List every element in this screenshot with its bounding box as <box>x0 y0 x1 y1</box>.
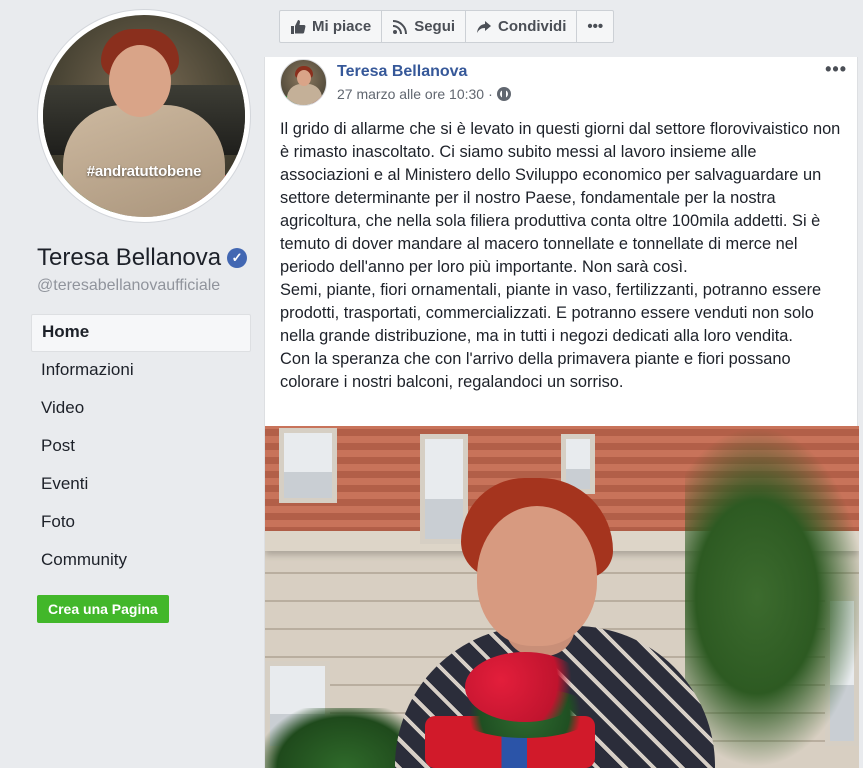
rss-icon <box>393 19 408 34</box>
page-name[interactable]: Teresa Bellanova ✓ <box>37 244 248 272</box>
page-handle[interactable]: @teresabellanovaufficiale <box>37 277 220 295</box>
post-timestamp[interactable]: 27 marzo alle ore 10:30 <box>337 86 484 102</box>
page-action-bar: Mi piace Segui Condividi ••• <box>279 10 615 43</box>
profile-hashtag: #andratuttobene <box>86 163 202 180</box>
nav-item-foto[interactable]: Foto <box>31 504 251 542</box>
left-sidebar: #andratuttobene Teresa Bellanova ✓ @tere… <box>0 0 264 768</box>
nav-item-home[interactable]: Home <box>31 314 251 352</box>
post-body-text: Il grido di allarme che si è levato in q… <box>280 120 841 391</box>
share-arrow-icon <box>477 20 492 33</box>
post-card: Teresa Bellanova 27 marzo alle ore 10:30… <box>264 57 859 768</box>
like-label: Mi piace <box>312 18 372 35</box>
follow-label: Segui <box>414 18 456 35</box>
page-name-label: Teresa Bellanova <box>37 244 222 271</box>
post-meta: 27 marzo alle ore 10:30 · <box>337 86 511 102</box>
profile-picture[interactable]: #andratuttobene <box>38 10 250 222</box>
post-more-options-icon[interactable]: ••• <box>825 59 847 80</box>
nav-item-post[interactable]: Post <box>31 428 251 466</box>
nav-item-video[interactable]: Video <box>31 390 251 428</box>
share-label: Condividi <box>498 18 567 35</box>
create-page-button[interactable]: Crea una Pagina <box>37 595 169 623</box>
follow-button[interactable]: Segui <box>382 11 467 42</box>
meta-separator: · <box>488 86 493 102</box>
globe-icon <box>496 87 511 101</box>
share-button[interactable]: Condividi <box>466 11 578 42</box>
profile-photo: #andratuttobene <box>43 15 245 217</box>
thumbs-up-icon <box>291 19 306 34</box>
verified-badge-icon: ✓ <box>227 248 248 268</box>
nav-item-eventi[interactable]: Eventi <box>31 466 251 504</box>
post-photo[interactable] <box>265 426 859 768</box>
post-author-avatar[interactable] <box>280 59 327 106</box>
more-options-button[interactable]: ••• <box>577 11 613 42</box>
post-author-name[interactable]: Teresa Bellanova <box>337 63 467 81</box>
nav-item-community[interactable]: Community <box>31 542 251 580</box>
nav-item-informazioni[interactable]: Informazioni <box>31 352 251 390</box>
page-nav: Home Informazioni Video Post Eventi Foto… <box>31 314 251 580</box>
like-button[interactable]: Mi piace <box>280 11 383 42</box>
